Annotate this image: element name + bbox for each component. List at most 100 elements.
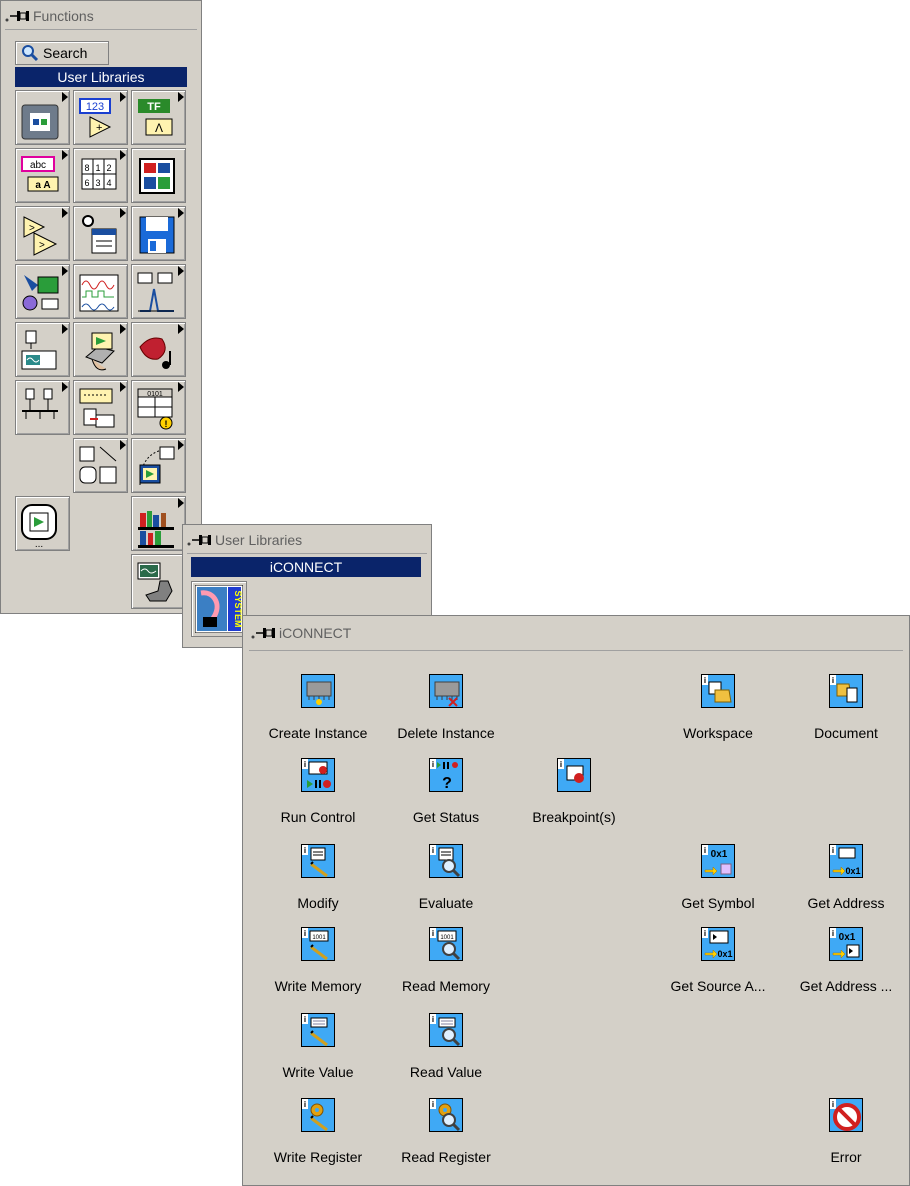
write-register-icon: i (301, 1098, 335, 1132)
svg-text:i: i (304, 760, 306, 769)
decorations-icon (79, 446, 117, 484)
iconnect-titlebar[interactable]: iCONNECT (251, 622, 351, 644)
structures-icon (21, 104, 59, 140)
svg-text:!: ! (165, 419, 168, 429)
vi-item-write-memory[interactable]: i 1001 Write Memory (253, 927, 383, 994)
data-acquisition-icon (22, 275, 59, 311)
iconnect-title: iCONNECT (279, 625, 352, 641)
functions-palette: Functions Search User Libraries 123 + TF Λa… (0, 0, 202, 614)
read-register-icon: i (429, 1098, 463, 1132)
palette-tile-decorations[interactable] (73, 438, 128, 493)
submenu-arrow-icon (120, 150, 126, 160)
palette-tile-express[interactable]: ... (15, 496, 70, 551)
submenu-arrow-icon (178, 208, 184, 218)
user-libraries-header: iCONNECT (191, 557, 421, 577)
vi-item-get-status[interactable]: i? Get Status (381, 758, 511, 825)
vi-item-get-address-source[interactable]: i 0x1 Get Address ... (781, 927, 910, 994)
palette-tile-string[interactable]: abc a A (15, 148, 70, 203)
svg-text:1001: 1001 (312, 935, 326, 941)
submenu-arrow-icon (178, 440, 184, 450)
palette-tile-instrument-drivers[interactable] (131, 554, 186, 609)
palette-tile-select-vi[interactable] (131, 438, 186, 493)
vi-item-label: Error (830, 1149, 862, 1165)
analyze-icon (137, 272, 174, 312)
svg-text:0x1: 0x1 (845, 866, 860, 876)
svg-text:i: i (832, 676, 834, 685)
vi-item-error[interactable]: i Error (781, 1098, 910, 1165)
vi-item-modify[interactable]: i Modify (253, 844, 383, 911)
palette-tile-waveform[interactable] (73, 264, 128, 319)
vi-item-write-value[interactable]: i Write Value (253, 1013, 383, 1080)
vi-item-create-instance[interactable]: Create Instance (253, 674, 383, 741)
svg-text:i: i (704, 676, 706, 685)
functions-palette-title: Functions (33, 8, 94, 24)
vi-item-label: Workspace (683, 725, 753, 741)
divider (187, 553, 427, 554)
vi-item-label: Write Memory (274, 978, 362, 994)
vi-item-get-source-address[interactable]: i 0x1 Get Source A... (653, 927, 783, 994)
palette-tile-boolean[interactable]: TF Λ (131, 90, 186, 145)
functions-palette-titlebar[interactable]: Functions (5, 5, 94, 27)
vi-item-label: Evaluate (418, 895, 474, 911)
svg-text:i: i (432, 1015, 434, 1024)
boolean-icon: TF Λ (138, 99, 173, 136)
vi-item-read-value[interactable]: i Read Value (381, 1013, 511, 1080)
divider (5, 29, 197, 30)
communication-icon (22, 388, 58, 419)
palette-tile-structures[interactable] (15, 90, 70, 145)
vi-item-read-register[interactable]: i Read Register (381, 1098, 511, 1165)
pin-icon[interactable] (5, 9, 31, 23)
vi-item-label: Write Register (273, 1149, 363, 1165)
vi-item-get-symbol[interactable]: i 0x1 Get Symbol (653, 844, 783, 911)
file-io-icon (139, 216, 175, 254)
user-libraries-icon (138, 511, 174, 548)
vi-item-read-memory[interactable]: i 1001 Read Memory (381, 927, 511, 994)
palette-tile-analyze[interactable] (131, 264, 186, 319)
vi-item-run-control[interactable]: i Run Control (253, 758, 383, 825)
vi-item-workspace[interactable]: i Workspace (653, 674, 783, 741)
vi-item-delete-instance[interactable]: Delete Instance (381, 674, 511, 741)
palette-tile-file-io[interactable] (131, 206, 186, 261)
string-icon: abc a A (21, 156, 59, 192)
vi-item-evaluate[interactable]: i Evaluate (381, 844, 511, 911)
palette-tile-cluster[interactable] (131, 148, 186, 203)
palette-tile-data-acquisition[interactable] (15, 264, 70, 319)
svg-text:i: i (432, 846, 434, 855)
user-libraries-titlebar[interactable]: User Libraries (187, 529, 302, 551)
palette-tile-graphics-sound[interactable] (131, 322, 186, 377)
submenu-arrow-icon (120, 324, 126, 334)
pin-icon[interactable] (251, 626, 277, 640)
svg-text:i: i (304, 1015, 306, 1024)
svg-text:0x1: 0x1 (717, 949, 732, 959)
palette-tile-motion-vision[interactable] (73, 322, 128, 377)
palette-tile-timing[interactable] (73, 206, 128, 261)
iconnect-palette: iCONNECT Create Instance Delete Instance i… (242, 615, 910, 1186)
user-libraries-title: User Libraries (215, 532, 303, 548)
palette-tile-numeric[interactable]: 123 + (73, 90, 128, 145)
vi-item-write-register[interactable]: i Write Register (253, 1098, 383, 1165)
palette-tile-advanced[interactable]: 0101! (131, 380, 186, 435)
palette-tile-user-libraries[interactable] (131, 496, 186, 551)
vi-item-label: Run Control (280, 809, 356, 825)
palette-tile-instrument-io[interactable] (15, 322, 70, 377)
pin-icon[interactable] (187, 533, 213, 547)
delete-instance-icon (429, 674, 463, 708)
palette-tile-comparison[interactable]: > > (15, 206, 70, 261)
get-address-icon: i 0x1 (829, 844, 863, 878)
palette-tile-report-generation[interactable] (73, 380, 128, 435)
svg-text:i: i (304, 846, 306, 855)
vi-item-get-address[interactable]: i 0x1 Get Address (781, 844, 910, 911)
numeric-icon: 123 + (79, 98, 112, 138)
svg-text:TF: TF (147, 101, 161, 113)
iconnect-library-tile[interactable]: SYSTEM (191, 581, 247, 637)
svg-text:a A: a A (35, 180, 50, 191)
vi-item-label: Get Address (807, 895, 885, 911)
vi-item-breakpoint[interactable]: i Breakpoint(s) (509, 758, 639, 825)
search-button[interactable]: Search (15, 41, 109, 65)
vi-item-document[interactable]: i Document (781, 674, 910, 741)
write-memory-icon: i 1001 (301, 927, 335, 961)
palette-tile-communication[interactable] (15, 380, 70, 435)
error-icon: i (829, 1098, 863, 1132)
timing-icon (82, 215, 117, 254)
palette-tile-array[interactable]: 812 634 (73, 148, 128, 203)
